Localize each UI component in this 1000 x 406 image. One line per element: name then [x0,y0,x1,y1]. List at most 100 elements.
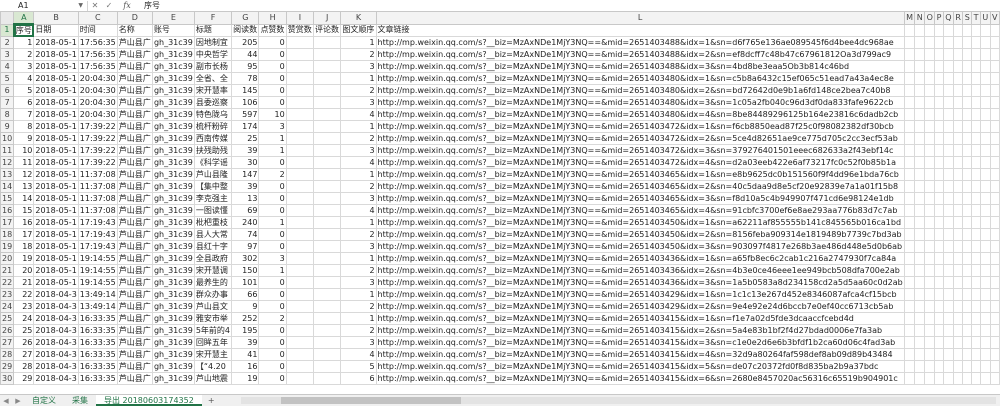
cell[interactable]: 雅安市举 [193,312,233,325]
cell[interactable]: 145 [231,84,260,97]
cell[interactable] [962,240,973,253]
cell[interactable]: 枇杷重枝 [193,216,233,229]
cell[interactable] [903,156,916,169]
column-title-cell[interactable]: 账号 [151,23,195,37]
cell[interactable] [942,276,954,289]
cell[interactable] [903,360,916,373]
cell[interactable]: 芦山县广 [116,276,153,289]
row-header[interactable]: 13 [0,168,15,181]
row-header[interactable]: 1 [0,23,15,37]
cell[interactable] [934,216,944,229]
column-header-e[interactable]: E [151,11,195,25]
cell[interactable]: gh_31c39 [151,312,195,325]
cell[interactable] [924,276,936,289]
column-header-d[interactable]: D [116,11,153,25]
cell[interactable] [962,252,973,265]
cell[interactable] [285,252,315,265]
cell[interactable]: 174 [231,120,260,133]
cell[interactable] [979,348,991,361]
cell[interactable]: 20:04:30 [77,96,118,109]
cell[interactable]: 县委巡察 [193,96,233,109]
cell[interactable]: 2018-04-3 [33,312,79,325]
cell[interactable]: 2018-05-1 [33,120,79,133]
cell[interactable] [924,156,936,169]
column-title-cell[interactable] [924,23,936,37]
cell[interactable] [971,72,981,85]
cell[interactable] [313,132,342,145]
cell[interactable] [942,324,954,337]
cell[interactable]: http://mp.weixin.qq.com/s?__biz=MzAxNDe1… [375,48,905,61]
cell[interactable] [285,36,315,49]
cell[interactable] [971,324,981,337]
cell[interactable]: gh_31c39 [151,180,195,193]
cell[interactable]: 2018-05-1 [33,48,79,61]
cell[interactable] [924,180,936,193]
cell[interactable] [914,48,926,61]
cell[interactable] [971,120,981,133]
cell[interactable]: gh_31c39 [151,192,195,205]
cell[interactable] [962,72,973,85]
cell[interactable] [903,204,916,217]
column-header-i[interactable]: I [285,11,315,25]
cell[interactable] [285,204,315,217]
row-header[interactable]: 20 [0,252,15,265]
cell[interactable] [962,96,973,109]
cell[interactable] [903,216,916,229]
cell[interactable]: 芦山县广 [116,228,153,241]
cell[interactable] [924,252,936,265]
cell[interactable]: 4 [340,156,377,169]
cell[interactable] [942,264,954,277]
cell[interactable] [914,168,926,181]
cell[interactable] [989,120,1000,133]
cell[interactable] [942,252,954,265]
cell[interactable]: 3 [340,192,377,205]
cell[interactable] [903,72,916,85]
cell[interactable]: 19 [231,372,260,385]
cell[interactable]: 2018-05-1 [33,228,79,241]
cell[interactable] [914,192,926,205]
cell[interactable]: 2 [340,264,377,277]
row-header[interactable]: 12 [0,156,15,169]
cell[interactable] [979,252,991,265]
cell[interactable] [903,228,916,241]
cell[interactable] [942,372,954,385]
cell[interactable] [924,300,936,313]
column-title-cell[interactable]: 标题 [193,23,233,37]
cell[interactable] [934,60,944,73]
cell[interactable] [914,324,926,337]
cell[interactable]: 2018-05-1 [33,276,79,289]
cell[interactable]: 2018-05-1 [33,264,79,277]
cell[interactable]: http://mp.weixin.qq.com/s?__biz=MzAxNDe1… [375,324,905,337]
cell[interactable]: 2018-04-3 [33,336,79,349]
row-header[interactable]: 6 [0,84,15,97]
cell[interactable]: 2018-04-3 [33,324,79,337]
cell[interactable] [285,120,315,133]
cell[interactable]: 106 [231,96,260,109]
cell[interactable] [971,144,981,157]
cell[interactable] [979,96,991,109]
cell[interactable]: 66 [231,288,260,301]
row-header[interactable]: 22 [0,276,15,289]
cell[interactable] [942,156,954,169]
cell[interactable] [942,360,954,373]
cell[interactable]: 97 [231,240,260,253]
cell[interactable] [971,252,981,265]
cell[interactable] [924,60,936,73]
cell[interactable]: 13:49:14 [77,288,118,301]
column-header-r[interactable]: R [952,11,964,25]
cell[interactable]: 2018-05-1 [33,72,79,85]
cell[interactable]: http://mp.weixin.qq.com/s?__biz=MzAxNDe1… [375,372,905,385]
cell[interactable] [979,168,991,181]
column-title-cell[interactable] [934,23,944,37]
cell[interactable]: 宋开慧主 [193,348,233,361]
cell[interactable]: gh_31c39 [151,264,195,277]
cell[interactable] [952,48,964,61]
cell[interactable]: http://mp.weixin.qq.com/s?__biz=MzAxNDe1… [375,120,905,133]
cell[interactable]: 240 [231,216,260,229]
cell[interactable] [952,324,964,337]
cell[interactable]: 2018-04-3 [33,300,79,313]
cell[interactable]: 芦山县广 [116,300,153,313]
cell[interactable] [979,264,991,277]
cell[interactable] [989,288,1000,301]
cell[interactable] [924,192,936,205]
